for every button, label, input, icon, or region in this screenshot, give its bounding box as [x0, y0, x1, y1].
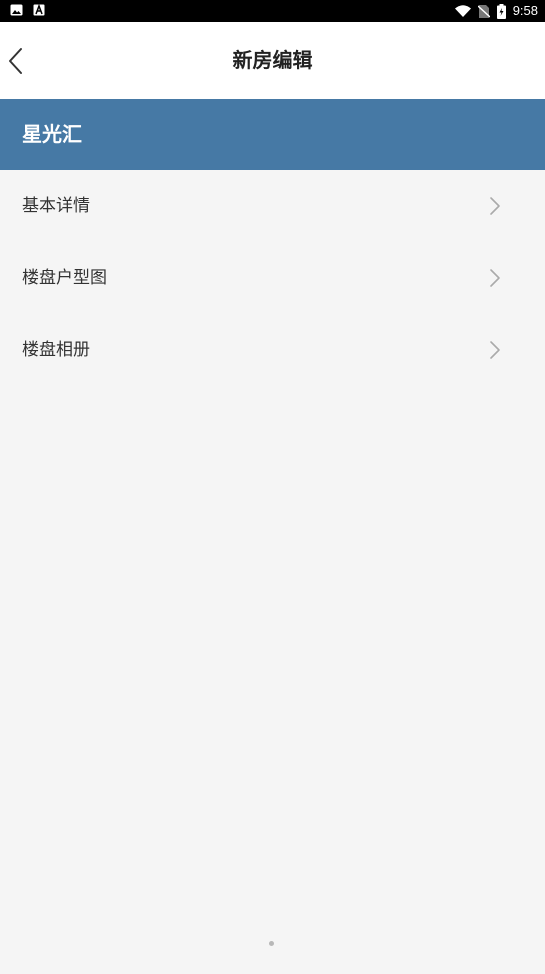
status-system: 9:58 [454, 0, 538, 22]
status-notifications [10, 4, 45, 16]
menu-item-label: 楼盘相册 [22, 340, 90, 360]
menu-item-basic-details[interactable]: 基本详情 [0, 170, 545, 242]
menu-item-floor-plans[interactable]: 楼盘户型图 [0, 242, 545, 314]
project-banner: 星光汇 [0, 99, 545, 170]
chevron-right-icon [490, 197, 500, 215]
image-notification-icon [10, 4, 23, 16]
no-sim-icon [477, 4, 490, 18]
chevron-right-icon [490, 269, 500, 287]
project-name: 星光汇 [22, 122, 82, 146]
nav-bar: 新房编辑 [0, 22, 545, 99]
font-notification-icon [33, 4, 45, 16]
status-bar: 9:58 [0, 0, 545, 22]
menu-item-label: 楼盘户型图 [22, 268, 107, 288]
status-time: 9:58 [512, 3, 538, 18]
page-title: 新房编辑 [232, 48, 313, 72]
battery-icon [496, 3, 506, 19]
menu-item-photo-album[interactable]: 楼盘相册 [0, 314, 545, 386]
wifi-icon [454, 5, 471, 17]
chevron-right-icon [490, 341, 500, 359]
menu-item-label: 基本详情 [22, 196, 90, 216]
page-indicator-dot [269, 941, 274, 946]
menu-list: 基本详情 楼盘户型图 楼盘相册 [0, 170, 545, 386]
